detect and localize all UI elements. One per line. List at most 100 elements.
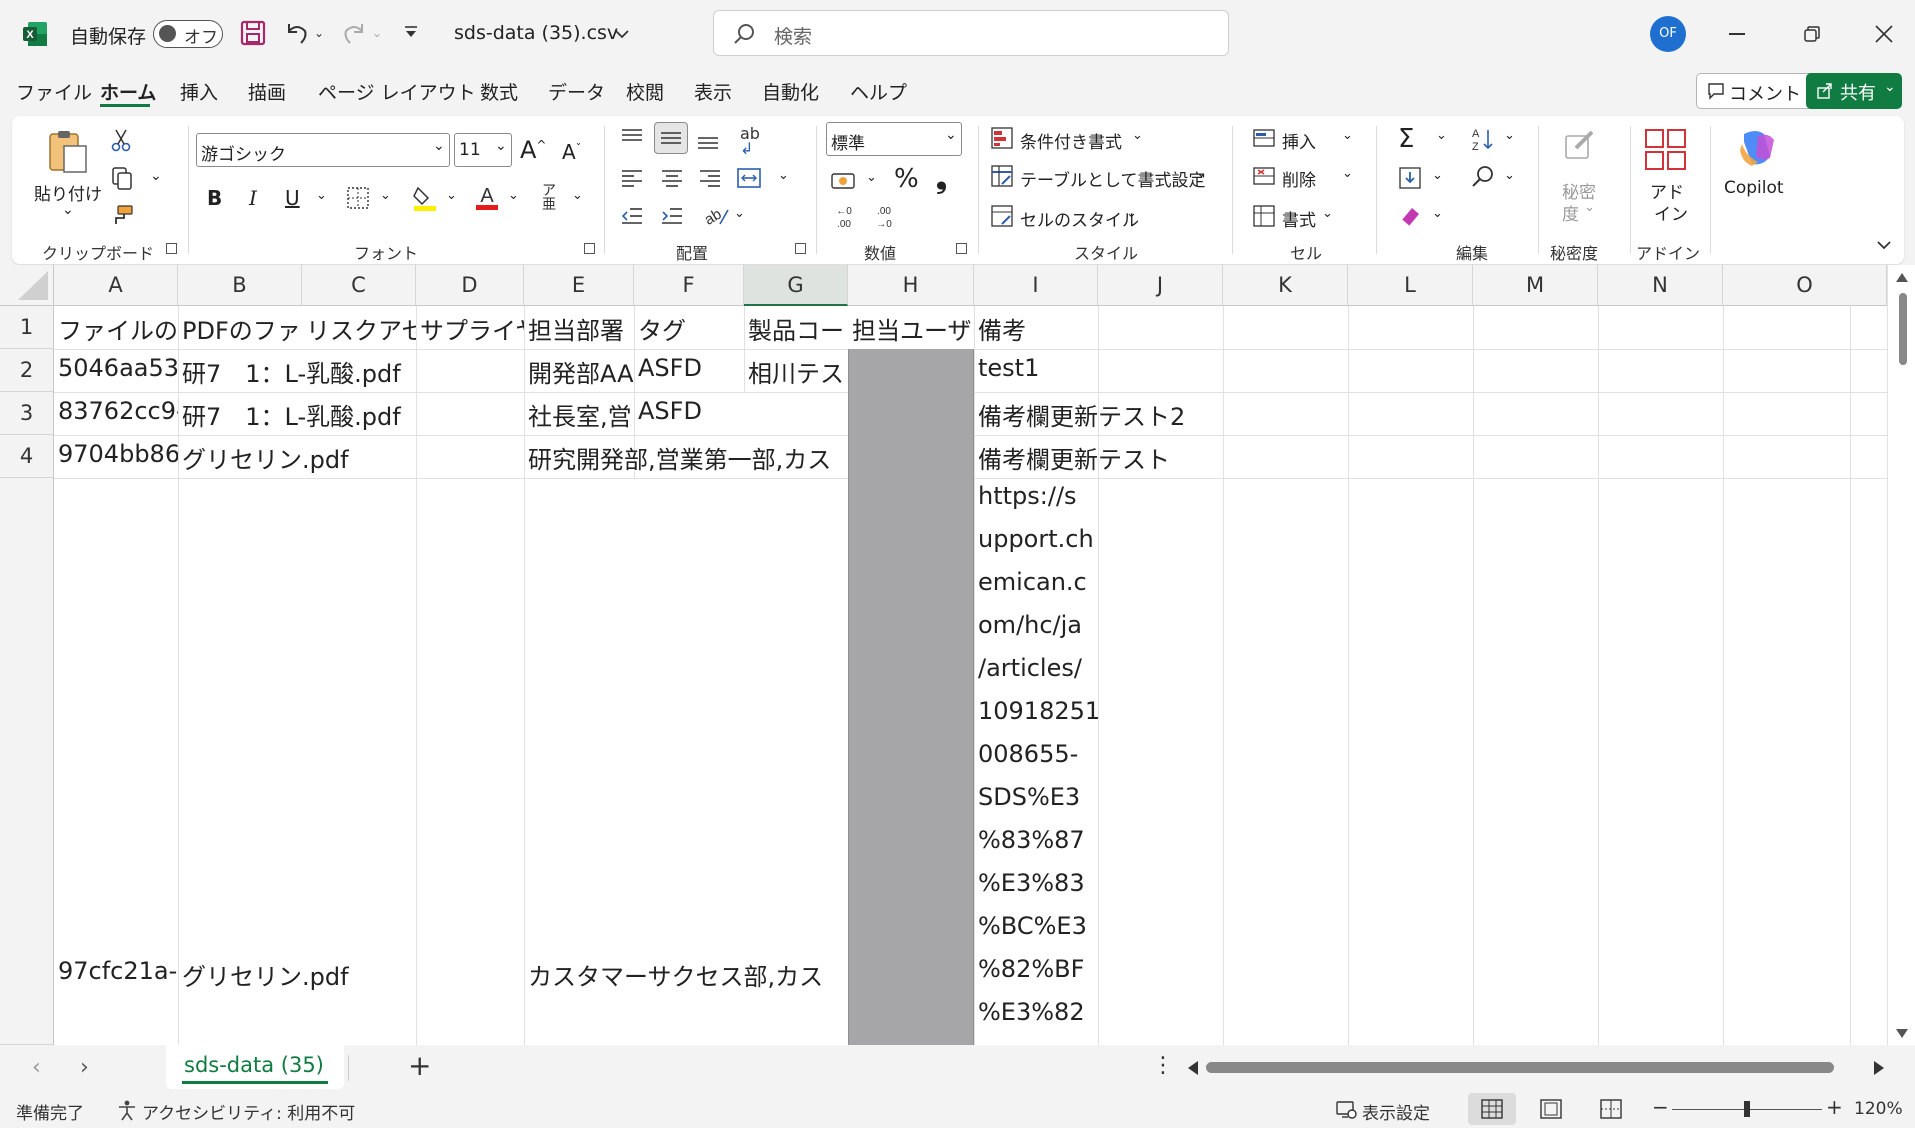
redo-dropdown-icon[interactable]: ⌄	[372, 26, 382, 40]
cell-styles-label[interactable]: セルのスタイル	[1020, 206, 1139, 231]
row-header-2[interactable]: 2	[0, 349, 54, 392]
increase-font-icon[interactable]: A^	[520, 136, 546, 164]
ribbon-collapse-icon[interactable]	[1876, 236, 1892, 255]
decrease-decimal-icon[interactable]: .00 →0	[870, 204, 898, 234]
increase-decimal-icon[interactable]: ←0.00	[830, 204, 858, 234]
format-cells-icon[interactable]	[1252, 204, 1276, 232]
column-header-n[interactable]: N	[1598, 265, 1723, 306]
column-header-o[interactable]: O	[1723, 265, 1887, 306]
paste-icon[interactable]	[44, 128, 92, 180]
sort-filter-icon[interactable]: AZ	[1470, 126, 1496, 156]
cell-e5[interactable]: カスタマーサクセス部,カス	[524, 957, 848, 992]
cell-b5[interactable]: グリセリン.pdf	[178, 957, 416, 992]
normal-view-icon[interactable]	[1468, 1093, 1516, 1125]
format-cells-label[interactable]: 書式	[1282, 206, 1316, 231]
close-icon[interactable]	[1874, 24, 1894, 48]
font-color-chevron-down-icon[interactable]: ⌄	[508, 188, 519, 203]
cell-i3[interactable]: 備考欄更新テスト2	[974, 397, 1224, 432]
search-box[interactable]: 検索	[713, 10, 1229, 56]
menu-draw[interactable]: 描画	[248, 78, 286, 105]
undo-dropdown-icon[interactable]: ⌄	[314, 26, 324, 40]
paste-chevron-down-icon[interactable]: ⌄	[62, 202, 74, 218]
cell-a2[interactable]: 5046aa53-	[54, 354, 178, 382]
column-header-m[interactable]: M	[1473, 265, 1598, 306]
cell-g1[interactable]: 製品コード	[744, 311, 848, 346]
copy-chevron-down-icon[interactable]: ⌄	[150, 168, 162, 184]
phonetic-icon[interactable]: ア亜	[542, 184, 556, 212]
cell-f1[interactable]: タグ	[634, 311, 744, 346]
file-name[interactable]: sds-data (35).csv	[454, 22, 618, 44]
cell-e2[interactable]: 開発部AA	[524, 354, 634, 389]
cut-icon[interactable]	[110, 128, 132, 156]
scroll-right-icon[interactable]	[1874, 1061, 1884, 1075]
menu-help[interactable]: ヘルプ	[850, 78, 907, 105]
save-icon[interactable]	[240, 20, 266, 50]
align-center-icon[interactable]	[660, 166, 684, 194]
menu-insert[interactable]: 挿入	[180, 78, 218, 105]
vertical-scrollbar[interactable]	[1887, 265, 1915, 1045]
accessibility-status[interactable]: アクセシビリティ: 利用不可	[142, 1099, 355, 1124]
menu-file[interactable]: ファイル	[16, 78, 92, 105]
font-size-select[interactable]: 11 ⌄	[454, 133, 512, 167]
cell-b1[interactable]: PDFのファイル名	[178, 311, 302, 346]
comma-button[interactable]: ❟	[936, 162, 947, 196]
italic-button[interactable]: I	[249, 186, 257, 210]
cell-i2[interactable]: test1	[974, 354, 1098, 382]
merge-center-icon[interactable]	[736, 166, 762, 194]
menu-view[interactable]: 表示	[694, 78, 732, 105]
conditional-format-icon[interactable]	[990, 126, 1014, 154]
fill-icon[interactable]	[1398, 166, 1422, 194]
cell-c1[interactable]: リスクアセスメント	[302, 311, 416, 346]
display-settings-label[interactable]: 表示設定	[1362, 1099, 1430, 1124]
row-header-5[interactable]	[0, 478, 54, 1045]
accessibility-icon[interactable]	[116, 1099, 138, 1126]
page-layout-view-icon[interactable]	[1540, 1099, 1562, 1124]
format-cells-chevron-down-icon[interactable]: ⌄	[1322, 206, 1333, 221]
column-header-g[interactable]: G	[744, 265, 848, 306]
customize-toolbar-icon[interactable]	[403, 24, 419, 44]
autosave-toggle[interactable]: オフ	[153, 20, 223, 48]
row-header-3[interactable]: 3	[0, 392, 54, 435]
zoom-slider-thumb[interactable]	[1744, 1101, 1750, 1117]
cell-e3[interactable]: 社長室,営	[524, 397, 634, 432]
cell-a1[interactable]: ファイルのID	[54, 311, 178, 346]
cell-e4[interactable]: 研究開発部,営業第一部,カス	[524, 440, 848, 475]
page-break-view-icon[interactable]	[1600, 1099, 1622, 1124]
alignment-launcher-icon[interactable]	[795, 243, 806, 254]
orientation-icon[interactable]: ab	[702, 202, 730, 232]
autosum-chevron-down-icon[interactable]: ⌄	[1436, 128, 1447, 143]
format-as-table-label[interactable]: テーブルとして書式設定	[1020, 166, 1205, 191]
fill-color-chevron-down-icon[interactable]: ⌄	[446, 188, 457, 203]
column-header-f[interactable]: F	[634, 265, 744, 306]
align-right-icon[interactable]	[698, 166, 722, 194]
orientation-chevron-down-icon[interactable]: ⌄	[734, 206, 745, 221]
format-as-table-chevron-down-icon[interactable]: ⌄	[1196, 166, 1207, 181]
cell-styles-chevron-down-icon[interactable]: ⌄	[1126, 206, 1137, 221]
text-direction-icon[interactable]: ab ↲	[740, 126, 760, 157]
align-bottom-icon[interactable]	[696, 128, 720, 156]
accounting-chevron-down-icon[interactable]: ⌄	[866, 170, 877, 185]
clear-icon[interactable]	[1398, 204, 1422, 232]
column-header-c[interactable]: C	[302, 265, 416, 306]
column-header-h[interactable]: H	[848, 265, 974, 306]
copilot-icon[interactable]	[1734, 126, 1780, 176]
select-all-corner[interactable]	[0, 265, 54, 306]
decrease-indent-icon[interactable]	[620, 204, 644, 232]
vertical-scroll-thumb[interactable]	[1899, 293, 1907, 365]
clear-chevron-down-icon[interactable]: ⌄	[1432, 206, 1443, 221]
zoom-level[interactable]: 120%	[1854, 1099, 1903, 1119]
column-header-a[interactable]: A	[54, 265, 178, 306]
underline-chevron-down-icon[interactable]: ⌄	[316, 188, 327, 203]
column-header-e[interactable]: E	[524, 265, 634, 306]
menu-home[interactable]: ホーム	[100, 78, 156, 105]
filename-chevron-down-icon[interactable]	[614, 26, 630, 45]
undo-icon[interactable]	[283, 19, 311, 51]
cell-a3[interactable]: 83762cc9-	[54, 397, 178, 425]
minimize-icon[interactable]	[1729, 33, 1745, 35]
addins-text2[interactable]: イン	[1654, 200, 1688, 225]
fill-color-icon[interactable]	[412, 184, 438, 216]
borders-icon[interactable]	[346, 186, 370, 214]
redo-icon[interactable]	[340, 19, 368, 51]
user-avatar[interactable]: OF	[1650, 16, 1686, 52]
column-header-j[interactable]: J	[1098, 265, 1223, 306]
